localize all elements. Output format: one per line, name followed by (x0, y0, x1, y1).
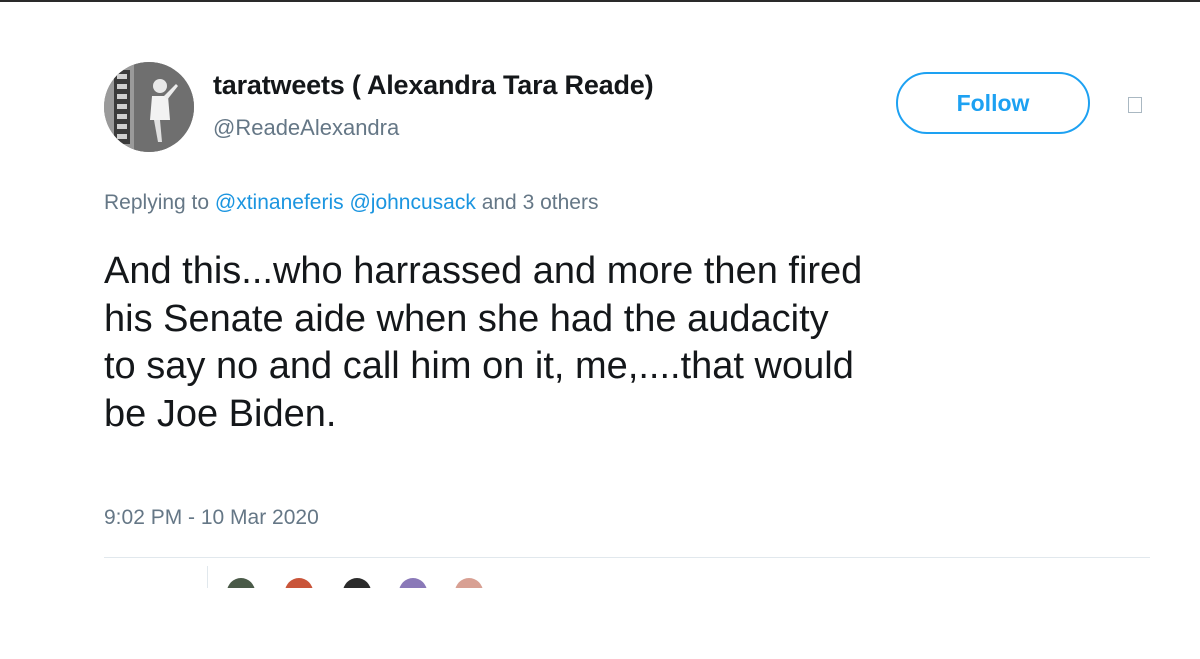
liker-avatar[interactable] (285, 578, 313, 588)
liker-avatar[interactable] (399, 578, 427, 588)
author-display-name[interactable]: taratweets ( Alexandra Tara Reade) (213, 70, 654, 101)
tweet-text-line: And this...who harrassed and more then f… (104, 250, 863, 292)
stats-separator (207, 566, 208, 588)
tweet-text-line: his Senate aide when she had the audacit… (104, 297, 829, 340)
replying-others[interactable]: and 3 others (482, 191, 599, 214)
replying-to: Replying to @xtinaneferis @johncusack an… (104, 191, 598, 215)
replying-prefix: Replying to (104, 191, 210, 214)
author-handle[interactable]: @ReadeAlexandra (213, 115, 399, 141)
top-border (0, 0, 1200, 2)
follow-button-label: Follow (956, 89, 1030, 116)
liker-avatar[interactable] (455, 578, 483, 588)
caret-menu-icon[interactable] (1128, 97, 1142, 113)
mention-link[interactable]: @johncusack (349, 191, 475, 214)
liker-avatar[interactable] (227, 578, 255, 588)
tweet-text-line: to say no and call him on it, me,....tha… (104, 345, 854, 387)
liker-avatar[interactable] (343, 578, 371, 588)
follow-button[interactable]: Follow (896, 72, 1090, 134)
tweet-timestamp[interactable]: 9:02 PM - 10 Mar 2020 (104, 506, 319, 530)
divider (104, 557, 1150, 558)
profile-photo-icon (104, 62, 194, 152)
author-avatar[interactable] (104, 62, 194, 152)
mention-link[interactable]: @xtinaneferis (215, 191, 344, 214)
liker-avatars (227, 578, 497, 588)
tweet-text-line: be Joe Biden. (104, 392, 337, 435)
tweet-text: And this...who harrassed and more then f… (104, 248, 1164, 438)
